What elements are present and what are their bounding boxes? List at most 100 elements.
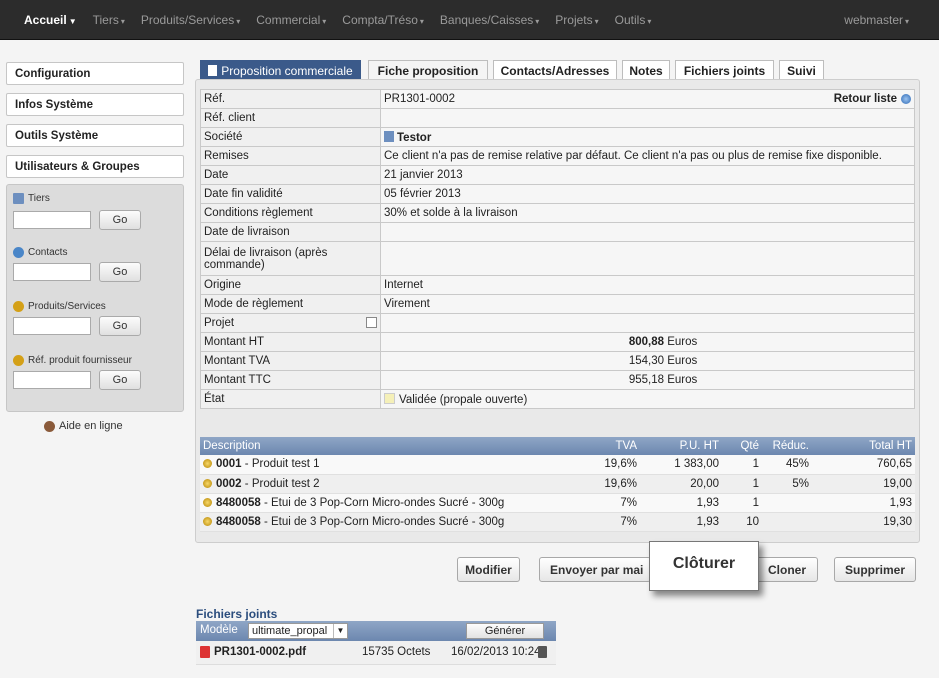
info-key: Origine: [200, 275, 381, 295]
info-row: Société Testor: [200, 127, 915, 147]
product-ref-link[interactable]: 0001: [216, 458, 242, 470]
generate-button[interactable]: Générer: [466, 623, 544, 639]
info-value: Virement: [380, 294, 915, 314]
model-select[interactable]: ultimate_propal ▼: [248, 623, 348, 639]
info-value: Testor: [380, 127, 915, 147]
col-qty: Qté: [722, 437, 762, 455]
search-supplier-ref-input[interactable]: [13, 371, 91, 389]
nav-tiers[interactable]: Tiers ▾: [93, 13, 125, 27]
send-by-mail-button[interactable]: Envoyer par mai: [539, 557, 651, 582]
search-supplier-ref-go-button[interactable]: Go: [99, 370, 141, 390]
col-total-ht: Total HT: [812, 437, 915, 455]
sidebar-outils-systeme-button[interactable]: Outils Système: [6, 124, 184, 147]
col-description: Description: [200, 437, 578, 455]
nav-outils[interactable]: Outils ▾: [615, 13, 652, 27]
info-value: 800,88 Euros: [380, 332, 915, 352]
tab-contacts-adresses[interactable]: Contacts/Adresses: [493, 60, 617, 80]
currency-label: Euros: [667, 374, 698, 386]
info-key: État: [200, 389, 381, 409]
info-key: Société: [200, 127, 381, 147]
info-key: Projet: [200, 313, 381, 333]
sidebar-infos-systeme-button[interactable]: Infos Système: [6, 93, 184, 116]
search-products-input[interactable]: [13, 317, 91, 335]
search-tiers-input[interactable]: [13, 211, 91, 229]
table-row: 0001 - Produit test 1 19,6% 1 383,00 1 45% 7…: [200, 455, 915, 475]
delete-button[interactable]: Supprimer: [834, 557, 916, 582]
search-group-tiers: Tiers Go: [13, 193, 183, 230]
col-pu-ht: P.U. HT: [640, 437, 722, 455]
search-contacts-label: Contacts: [28, 247, 68, 258]
main-menu: Accueil ▼ Tiers ▾ Produits/Services ▾ Comme…: [24, 13, 667, 27]
lines-header: Description TVA P.U. HT Qté Réduc. Total…: [200, 437, 915, 455]
tab-fiche-proposition[interactable]: Fiche proposition: [368, 60, 488, 80]
status-badge: [384, 392, 395, 404]
nav-accueil[interactable]: Accueil ▼: [24, 13, 77, 27]
info-row: État Validée (propale ouverte): [200, 389, 915, 409]
chevron-down-icon: ▼: [333, 624, 347, 638]
nav-produits-services[interactable]: Produits/Services ▾: [141, 13, 240, 27]
search-products-go-button[interactable]: Go: [99, 316, 141, 336]
table-row: 8480058 - Etui de 3 Pop-Corn Micro-ondes…: [200, 512, 915, 532]
nav-banques-caisses[interactable]: Banques/Caisses ▾: [440, 13, 539, 27]
product-icon: [203, 478, 212, 488]
tab-notes[interactable]: Notes: [622, 60, 670, 80]
tab-fichiers-joints[interactable]: Fichiers joints: [675, 60, 774, 80]
table-row: 8480058 - Etui de 3 Pop-Corn Micro-ondes…: [200, 493, 915, 513]
info-row: Remises Ce client n'a pas de remise relat…: [200, 146, 915, 166]
info-row: Montant TTC 955,18 Euros: [200, 370, 915, 390]
product-ref-link[interactable]: 0002: [216, 478, 242, 490]
nav-projets[interactable]: Projets ▾: [555, 13, 598, 27]
nav-commercial[interactable]: Commercial ▾: [256, 13, 326, 27]
online-help-label: Aide en ligne: [59, 420, 123, 432]
user-menu[interactable]: webmaster ▾: [844, 13, 909, 27]
table-row: 0002 - Produit test 2 19,6% 20,00 1 5% 19,00: [200, 474, 915, 494]
close-button[interactable]: Clôturer: [649, 541, 759, 591]
file-link[interactable]: PR1301-0002.pdf: [200, 646, 306, 658]
search-contacts-input[interactable]: [13, 263, 91, 281]
product-icon: [203, 497, 212, 507]
contact-icon: [13, 247, 24, 258]
nav-compta-treso[interactable]: Compta/Tréso ▾: [342, 13, 424, 27]
sidebar-utilisateurs-groupes-button[interactable]: Utilisateurs & Groupes: [6, 155, 184, 178]
company-icon: [384, 130, 394, 142]
currency-label: Euros: [667, 355, 698, 367]
delete-file-icon[interactable]: [538, 646, 547, 658]
info-value: Ce client n'a pas de remise relative par…: [380, 146, 915, 166]
product-ref-link[interactable]: 8480058: [216, 497, 261, 509]
model-label: Modèle: [200, 624, 238, 636]
edit-project-icon[interactable]: [366, 317, 377, 328]
sidebar-configuration-button[interactable]: Configuration: [6, 62, 184, 85]
info-value: [380, 222, 915, 242]
info-value: [380, 313, 915, 333]
search-contacts-go-button[interactable]: Go: [99, 262, 141, 282]
proposal-info-table: Réf. PR1301-0002 Retour liste Réf. client…: [200, 89, 915, 409]
company-link[interactable]: Testor: [397, 132, 431, 144]
info-row: Origine Internet: [200, 275, 915, 295]
info-key: Date: [200, 165, 381, 185]
currency-label: Euros: [667, 336, 698, 348]
info-row: Délai de livraison (après commande): [200, 241, 915, 276]
quick-search-box: Tiers Go Contacts Go Produits/Services G…: [6, 184, 184, 412]
info-row: Mode de règlement Virement: [200, 294, 915, 314]
info-row: Projet: [200, 313, 915, 333]
info-value: 30% et solde à la livraison: [380, 203, 915, 223]
clone-button[interactable]: Cloner: [756, 557, 818, 582]
product-ref-link[interactable]: 8480058: [216, 516, 261, 528]
back-to-list-link[interactable]: Retour liste: [834, 93, 911, 105]
online-help-link[interactable]: Aide en ligne: [44, 420, 123, 432]
search-group-supplier-ref: Réf. produit fournisseur Go: [13, 355, 183, 390]
info-key: Date de livraison: [200, 222, 381, 242]
search-tiers-go-button[interactable]: Go: [99, 210, 141, 230]
search-supplier-ref-label: Réf. produit fournisseur: [28, 355, 132, 366]
col-tva: TVA: [578, 437, 640, 455]
file-date: 16/02/2013 10:24: [451, 646, 541, 658]
document-icon: [208, 65, 218, 76]
product-icon: [13, 301, 24, 312]
modify-button[interactable]: Modifier: [457, 557, 520, 582]
tab-proposition-commerciale[interactable]: Proposition commerciale: [200, 60, 361, 80]
tab-suivi[interactable]: Suivi: [779, 60, 824, 80]
info-key: Réf. client: [200, 108, 381, 128]
document-generation-bar: Modèle ultimate_propal ▼ Générer: [196, 621, 556, 641]
info-value: 955,18 Euros: [380, 370, 915, 390]
help-icon: [44, 420, 55, 432]
